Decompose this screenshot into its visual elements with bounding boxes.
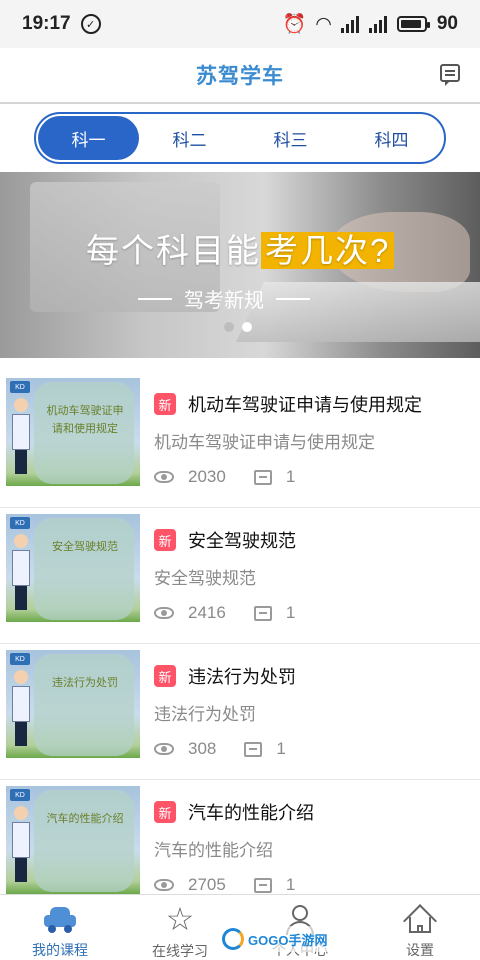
comment-count: 1 [285, 467, 296, 486]
course-subtitle: 汽车的性能介绍 [154, 841, 273, 860]
app-header: 苏驾学车 [0, 48, 480, 104]
new-badge: 新 [154, 665, 176, 687]
tab-subject-4[interactable]: 科四 [341, 116, 442, 160]
divider [138, 297, 172, 300]
carousel-dot-1[interactable] [224, 322, 234, 332]
comment-icon [244, 741, 263, 757]
course-thumbnail: KD 机动车驾驶证申请和使用规定 [6, 378, 140, 486]
course-subtitle: 机动车驾驶证申请与使用规定 [154, 433, 375, 452]
tab-subject-3[interactable]: 科三 [240, 116, 341, 160]
tab-subject-2[interactable]: 科二 [139, 116, 240, 160]
course-title: 违法行为处罚 [188, 667, 296, 687]
carousel-indicators [224, 322, 252, 332]
watermark-brand: GOGO手游网 [248, 932, 328, 948]
tabbar-my-courses[interactable]: 我的课程 [0, 895, 120, 960]
comment-count: 1 [285, 875, 296, 894]
banner-headline-text: 每个科目能 [86, 232, 261, 269]
tabbar-label: 在线学习 [152, 943, 208, 959]
thumbnail-frame [34, 518, 134, 620]
status-icons: ⏰ ◠ 90 [283, 12, 458, 36]
traffic-officer-icon [12, 398, 30, 476]
carousel-dot-2[interactable] [242, 322, 252, 332]
course-meta: 2030 1 [154, 467, 464, 487]
alarm-icon: ⏰ [282, 14, 307, 35]
home-icon [402, 903, 438, 938]
comment-icon [253, 469, 272, 485]
view-count: 2416 [188, 603, 226, 622]
view-count: 2705 [188, 875, 226, 894]
banner-subtitle-text: 驾考新规 [184, 290, 264, 312]
eye-icon [154, 471, 174, 483]
check-circle-icon: ✓ [80, 14, 101, 34]
new-badge: 新 [154, 393, 176, 415]
battery-icon [396, 16, 430, 32]
list-item[interactable]: KD 违法行为处罚 新违法行为处罚 违法行为处罚 308 1 [0, 644, 480, 780]
course-title: 安全驾驶规范 [188, 531, 296, 551]
tabbar-settings[interactable]: 设置 [360, 895, 480, 960]
new-badge: 新 [154, 529, 176, 551]
eye-icon [154, 607, 174, 619]
new-badge: 新 [154, 801, 176, 823]
thumbnail-caption: 安全驾驶规范 [52, 540, 118, 553]
view-count: 2030 [188, 467, 226, 486]
logo-icon: KD [10, 653, 30, 665]
course-info: 新违法行为处罚 违法行为处罚 308 1 [154, 664, 464, 759]
thumbnail-frame [34, 790, 134, 892]
signal-icon [368, 15, 387, 33]
course-meta: 2705 1 [154, 875, 464, 895]
message-icon[interactable] [440, 64, 460, 86]
watermark: GOGO手游网 [218, 926, 332, 952]
comment-icon [253, 877, 272, 893]
eye-icon [154, 743, 174, 755]
thumbnail-caption: 违法行为处罚 [52, 676, 118, 689]
course-thumbnail: KD 汽车的性能介绍 [6, 786, 140, 894]
comment-count: 1 [276, 739, 286, 758]
traffic-officer-icon [12, 534, 30, 612]
status-bar: 19:17 ✓ ⏰ ◠ 90 [0, 0, 480, 48]
tabbar-label: 设置 [406, 942, 434, 958]
view-count: 308 [188, 739, 217, 758]
banner-headline-highlight: 考几次? [261, 232, 395, 269]
tab-subject-1[interactable]: 科一 [38, 116, 139, 160]
logo-icon: KD [10, 381, 30, 393]
course-meta: 2416 1 [154, 603, 464, 623]
star-icon: ☆ [165, 901, 195, 937]
course-info: 新汽车的性能介绍 汽车的性能介绍 2705 1 [154, 800, 464, 895]
logo-icon: KD [10, 517, 30, 529]
tabbar-label: 我的课程 [32, 942, 88, 958]
eye-icon [154, 879, 174, 891]
banner-carousel[interactable]: 每个科目能 考几次? 驾考新规 [0, 172, 480, 358]
subject-tabs: 科一 科二 科三 科四 [34, 112, 446, 164]
car-icon [42, 903, 78, 934]
course-subtitle: 安全驾驶规范 [154, 569, 256, 588]
comment-icon [253, 605, 272, 621]
page-title: 苏驾学车 [196, 65, 284, 88]
course-info: 新机动车驾驶证申请与使用规定 机动车驾驶证申请与使用规定 2030 1 [154, 392, 464, 487]
course-list: KD 机动车驾驶证申请和使用规定 新机动车驾驶证申请与使用规定 机动车驾驶证申请… [0, 372, 480, 916]
course-thumbnail: KD 安全驾驶规范 [6, 514, 140, 622]
course-thumbnail: KD 违法行为处罚 [6, 650, 140, 758]
banner-headline: 每个科目能 考几次? [86, 224, 395, 272]
course-subtitle: 违法行为处罚 [154, 705, 256, 724]
thumbnail-caption: 机动车驾驶证申请和使用规定 [46, 404, 124, 435]
thumbnail-caption: 汽车的性能介绍 [46, 812, 124, 825]
comment-count: 1 [285, 603, 296, 622]
course-meta: 308 1 [154, 739, 464, 759]
banner-subtitle: 驾考新规 [138, 284, 310, 313]
battery-percent: 90 [436, 13, 458, 34]
status-time: 19:17 [22, 13, 71, 34]
course-title: 汽车的性能介绍 [188, 803, 314, 823]
traffic-officer-icon [12, 670, 30, 748]
list-item[interactable]: KD 机动车驾驶证申请和使用规定 新机动车驾驶证申请与使用规定 机动车驾驶证申请… [0, 372, 480, 508]
thumbnail-frame [34, 654, 134, 756]
divider [276, 297, 310, 300]
course-info: 新安全驾驶规范 安全驾驶规范 2416 1 [154, 528, 464, 623]
watermark-logo-icon [222, 928, 244, 950]
logo-icon: KD [10, 789, 30, 801]
signal-4g-icon [340, 15, 359, 33]
traffic-officer-icon [12, 806, 30, 884]
list-item[interactable]: KD 安全驾驶规范 新安全驾驶规范 安全驾驶规范 2416 1 [0, 508, 480, 644]
wifi-icon: ◠ [316, 13, 331, 35]
course-title: 机动车驾驶证申请与使用规定 [188, 395, 422, 415]
